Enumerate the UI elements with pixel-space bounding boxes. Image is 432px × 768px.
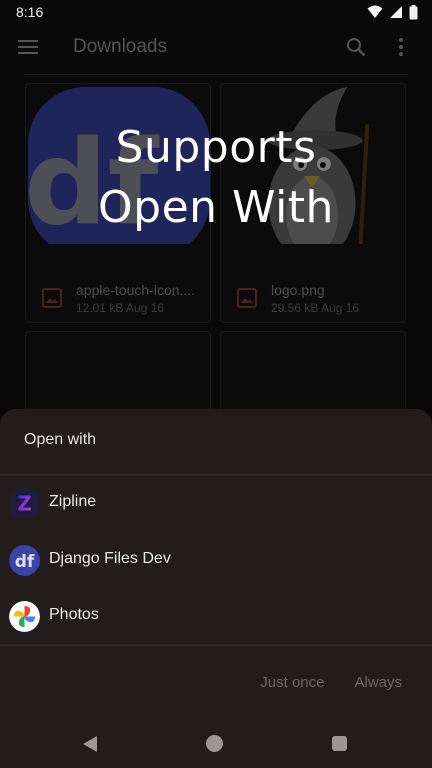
django-files-icon: df [9,545,40,576]
sheet-title: Open with [24,431,97,448]
system-nav-bar [0,727,432,767]
status-time: 8:16 [16,4,44,20]
recent-apps-icon[interactable] [332,736,347,751]
app-option-django-files-dev[interactable]: df Django Files Dev [0,533,432,589]
always-button[interactable]: Always [354,674,402,691]
wifi-icon [367,5,383,18]
svg-text:df: df [15,552,35,572]
promo-line-2: Open With [98,182,334,233]
sheet-actions: Just once Always [260,674,402,691]
photos-icon [9,601,40,632]
battery-icon [409,4,418,19]
home-icon[interactable] [206,735,223,752]
status-icons [367,4,418,20]
app-label: Zipline [49,493,97,510]
zipline-icon: Z [9,488,40,519]
status-bar: 8:16 [0,0,432,24]
just-once-button[interactable]: Just once [260,674,324,691]
svg-text:Z: Z [17,492,32,516]
promo-overlay-text: Supports Open With [0,118,432,238]
cell-signal-icon [390,6,402,18]
app-option-photos[interactable]: Photos [0,589,432,645]
app-option-zipline[interactable]: Z Zipline [0,476,432,532]
open-with-sheet: Open with Z Zipline df Django Files Dev [0,409,432,768]
app-label: Django Files Dev [49,550,171,567]
sheet-divider [0,645,432,646]
sheet-divider [0,474,432,475]
promo-line-1: Supports [115,122,317,173]
app-label: Photos [49,606,99,623]
back-icon[interactable] [82,735,98,753]
